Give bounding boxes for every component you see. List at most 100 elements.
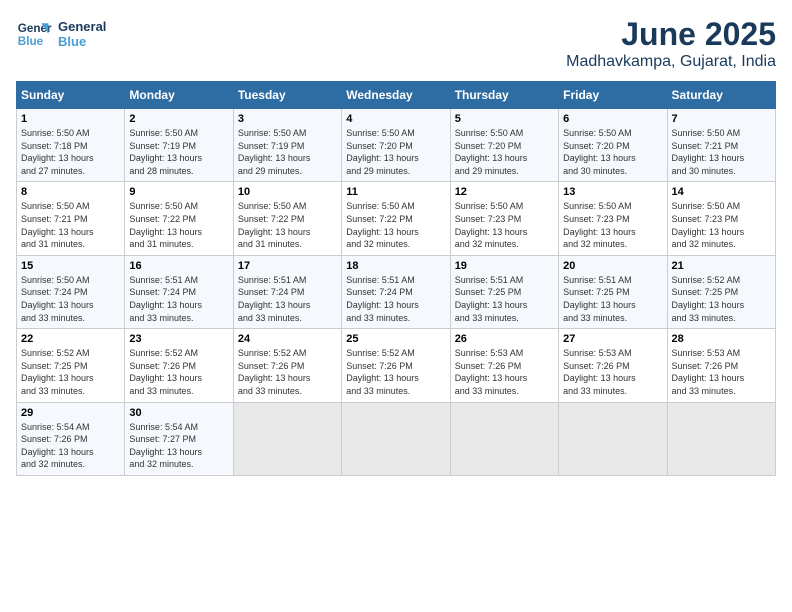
day-info: Sunrise: 5:50 AM Sunset: 7:22 PM Dayligh… [346, 200, 445, 250]
day-number: 15 [21, 260, 120, 272]
calendar-day-13: 13 Sunrise: 5:50 AM Sunset: 7:23 PM Dayli… [559, 182, 667, 255]
day-number: 12 [455, 186, 554, 198]
day-number: 14 [672, 186, 771, 198]
svg-text:Blue: Blue [18, 35, 44, 48]
day-number: 25 [346, 333, 445, 345]
day-info: Sunrise: 5:52 AM Sunset: 7:26 PM Dayligh… [346, 347, 445, 397]
calendar-day-24: 24 Sunrise: 5:52 AM Sunset: 7:26 PM Dayli… [233, 329, 341, 402]
day-number: 21 [672, 260, 771, 272]
calendar-day-empty-6 [667, 402, 775, 475]
day-info: Sunrise: 5:50 AM Sunset: 7:21 PM Dayligh… [672, 127, 771, 177]
calendar-day-empty-3 [342, 402, 450, 475]
col-header-sunday: Sunday [17, 82, 125, 109]
calendar-day-empty-4 [450, 402, 558, 475]
day-info: Sunrise: 5:50 AM Sunset: 7:21 PM Dayligh… [21, 200, 120, 250]
day-number: 30 [129, 407, 228, 419]
calendar-week-4: 22 Sunrise: 5:52 AM Sunset: 7:25 PM Dayli… [17, 329, 776, 402]
day-number: 20 [563, 260, 662, 272]
calendar-day-21: 21 Sunrise: 5:52 AM Sunset: 7:25 PM Dayli… [667, 255, 775, 328]
day-info: Sunrise: 5:51 AM Sunset: 7:25 PM Dayligh… [563, 274, 662, 324]
day-info: Sunrise: 5:50 AM Sunset: 7:20 PM Dayligh… [563, 127, 662, 177]
day-info: Sunrise: 5:50 AM Sunset: 7:24 PM Dayligh… [21, 274, 120, 324]
logo: General Blue General Blue [16, 16, 106, 52]
day-info: Sunrise: 5:50 AM Sunset: 7:20 PM Dayligh… [346, 127, 445, 177]
calendar-header-row: SundayMondayTuesdayWednesdayThursdayFrid… [17, 82, 776, 109]
subtitle: Madhavkampa, Gujarat, India [566, 53, 776, 71]
day-number: 18 [346, 260, 445, 272]
day-number: 1 [21, 113, 120, 125]
day-info: Sunrise: 5:52 AM Sunset: 7:26 PM Dayligh… [238, 347, 337, 397]
calendar-day-26: 26 Sunrise: 5:53 AM Sunset: 7:26 PM Dayli… [450, 329, 558, 402]
calendar-day-18: 18 Sunrise: 5:51 AM Sunset: 7:24 PM Dayli… [342, 255, 450, 328]
day-number: 4 [346, 113, 445, 125]
day-number: 29 [21, 407, 120, 419]
day-number: 22 [21, 333, 120, 345]
day-number: 13 [563, 186, 662, 198]
day-number: 19 [455, 260, 554, 272]
calendar-day-6: 6 Sunrise: 5:50 AM Sunset: 7:20 PM Daylig… [559, 109, 667, 182]
day-info: Sunrise: 5:51 AM Sunset: 7:25 PM Dayligh… [455, 274, 554, 324]
day-info: Sunrise: 5:53 AM Sunset: 7:26 PM Dayligh… [672, 347, 771, 397]
day-number: 7 [672, 113, 771, 125]
day-info: Sunrise: 5:50 AM Sunset: 7:18 PM Dayligh… [21, 127, 120, 177]
calendar-day-23: 23Sunrise: 5:52 AM Sunset: 7:26 PM Dayli… [125, 329, 233, 402]
col-header-wednesday: Wednesday [342, 82, 450, 109]
col-header-monday: Monday [125, 82, 233, 109]
day-info: Sunrise: 5:54 AM Sunset: 7:27 PM Dayligh… [129, 421, 228, 471]
page-header: General Blue General Blue June 2025 Madh… [16, 16, 776, 71]
day-number: 9 [129, 186, 228, 198]
calendar-day-12: 12 Sunrise: 5:50 AM Sunset: 7:23 PM Dayli… [450, 182, 558, 255]
calendar-day-15: 15 Sunrise: 5:50 AM Sunset: 7:24 PM Dayli… [17, 255, 125, 328]
day-info: Sunrise: 5:50 AM Sunset: 7:23 PM Dayligh… [455, 200, 554, 250]
calendar-day-2: 2Sunrise: 5:50 AM Sunset: 7:19 PM Daylig… [125, 109, 233, 182]
day-info: Sunrise: 5:53 AM Sunset: 7:26 PM Dayligh… [455, 347, 554, 397]
day-number: 3 [238, 113, 337, 125]
day-info: Sunrise: 5:50 AM Sunset: 7:20 PM Dayligh… [455, 127, 554, 177]
calendar-day-empty-2 [233, 402, 341, 475]
day-info: Sunrise: 5:50 AM Sunset: 7:23 PM Dayligh… [563, 200, 662, 250]
calendar-table: SundayMondayTuesdayWednesdayThursdayFrid… [16, 81, 776, 476]
day-number: 17 [238, 260, 337, 272]
day-info: Sunrise: 5:50 AM Sunset: 7:22 PM Dayligh… [129, 200, 228, 250]
logo-icon: General Blue [16, 16, 52, 52]
day-info: Sunrise: 5:51 AM Sunset: 7:24 PM Dayligh… [238, 274, 337, 324]
day-number: 2 [129, 113, 228, 125]
day-info: Sunrise: 5:54 AM Sunset: 7:26 PM Dayligh… [21, 421, 120, 471]
calendar-day-11: 11 Sunrise: 5:50 AM Sunset: 7:22 PM Dayli… [342, 182, 450, 255]
calendar-week-2: 8 Sunrise: 5:50 AM Sunset: 7:21 PM Daylig… [17, 182, 776, 255]
day-info: Sunrise: 5:52 AM Sunset: 7:25 PM Dayligh… [672, 274, 771, 324]
calendar-day-1: 1 Sunrise: 5:50 AM Sunset: 7:18 PM Daylig… [17, 109, 125, 182]
day-number: 26 [455, 333, 554, 345]
calendar-day-14: 14Sunrise: 5:50 AM Sunset: 7:23 PM Dayli… [667, 182, 775, 255]
main-title: June 2025 [566, 16, 776, 53]
day-number: 10 [238, 186, 337, 198]
day-info: Sunrise: 5:53 AM Sunset: 7:26 PM Dayligh… [563, 347, 662, 397]
calendar-day-5: 5 Sunrise: 5:50 AM Sunset: 7:20 PM Daylig… [450, 109, 558, 182]
calendar-day-27: 27 Sunrise: 5:53 AM Sunset: 7:26 PM Dayli… [559, 329, 667, 402]
col-header-tuesday: Tuesday [233, 82, 341, 109]
calendar-day-22: 22 Sunrise: 5:52 AM Sunset: 7:25 PM Dayli… [17, 329, 125, 402]
day-number: 8 [21, 186, 120, 198]
calendar-day-25: 25 Sunrise: 5:52 AM Sunset: 7:26 PM Dayli… [342, 329, 450, 402]
day-info: Sunrise: 5:51 AM Sunset: 7:24 PM Dayligh… [129, 274, 228, 324]
logo-text-blue: Blue [58, 34, 106, 49]
day-number: 27 [563, 333, 662, 345]
day-number: 11 [346, 186, 445, 198]
day-info: Sunrise: 5:52 AM Sunset: 7:26 PM Dayligh… [129, 347, 228, 397]
calendar-day-9: 9 Sunrise: 5:50 AM Sunset: 7:22 PM Daylig… [125, 182, 233, 255]
calendar-day-3: 3Sunrise: 5:50 AM Sunset: 7:19 PM Daylig… [233, 109, 341, 182]
day-number: 16 [129, 260, 228, 272]
day-info: Sunrise: 5:51 AM Sunset: 7:24 PM Dayligh… [346, 274, 445, 324]
day-number: 5 [455, 113, 554, 125]
calendar-day-4: 4 Sunrise: 5:50 AM Sunset: 7:20 PM Daylig… [342, 109, 450, 182]
day-number: 6 [563, 113, 662, 125]
calendar-day-17: 17 Sunrise: 5:51 AM Sunset: 7:24 PM Dayli… [233, 255, 341, 328]
title-area: June 2025 Madhavkampa, Gujarat, India [566, 16, 776, 71]
calendar-day-8: 8 Sunrise: 5:50 AM Sunset: 7:21 PM Daylig… [17, 182, 125, 255]
calendar-day-28: 28Sunrise: 5:53 AM Sunset: 7:26 PM Dayli… [667, 329, 775, 402]
calendar-day-20: 20 Sunrise: 5:51 AM Sunset: 7:25 PM Dayli… [559, 255, 667, 328]
calendar-week-5: 29 Sunrise: 5:54 AM Sunset: 7:26 PM Dayli… [17, 402, 776, 475]
day-info: Sunrise: 5:52 AM Sunset: 7:25 PM Dayligh… [21, 347, 120, 397]
col-header-saturday: Saturday [667, 82, 775, 109]
day-number: 24 [238, 333, 337, 345]
